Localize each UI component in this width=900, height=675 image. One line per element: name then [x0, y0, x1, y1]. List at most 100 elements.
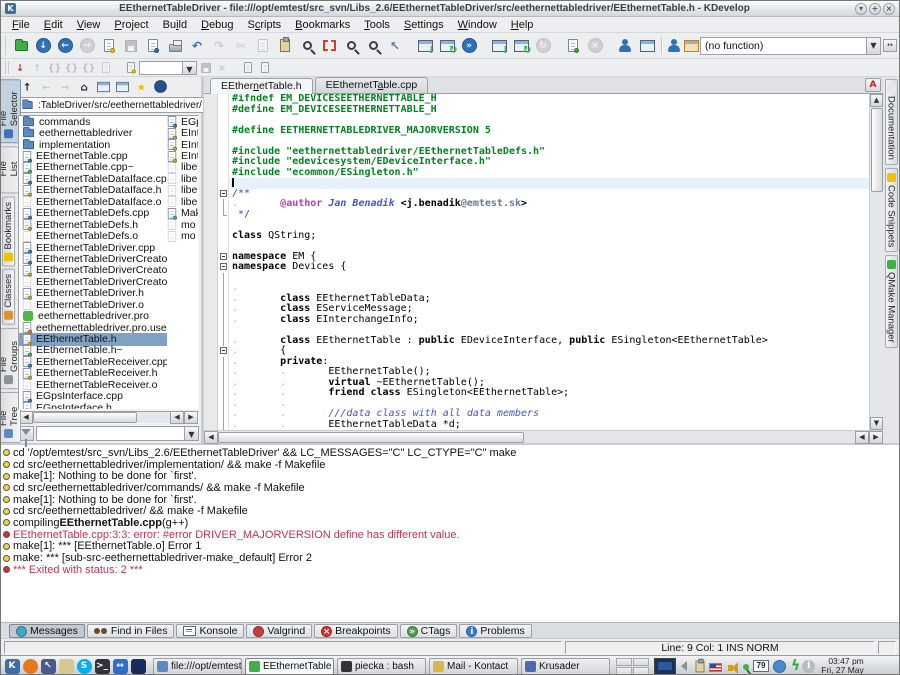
icon-border[interactable]: [204, 315, 218, 326]
class-browser-button[interactable]: [683, 35, 700, 57]
icon-border[interactable]: [204, 105, 218, 116]
forward-button[interactable]: →: [76, 35, 98, 57]
menu-file[interactable]: File: [5, 18, 37, 32]
fold-margin[interactable]: [218, 231, 229, 242]
menu-bookmarks[interactable]: Bookmarks: [288, 18, 357, 32]
filter-combo[interactable]: ▼: [36, 426, 199, 441]
fold-margin[interactable]: [218, 399, 229, 410]
battery-percent[interactable]: 79: [753, 660, 769, 672]
icon-border[interactable]: [204, 189, 218, 200]
icon-border[interactable]: [204, 126, 218, 137]
close-button[interactable]: ×: [883, 3, 895, 15]
file-item[interactable]: commands: [19, 116, 167, 128]
fold-margin[interactable]: [218, 336, 229, 347]
tool-tab-konsole[interactable]: Konsole: [176, 624, 244, 638]
power-charging-icon[interactable]: ϟ: [791, 659, 800, 673]
messenger-icon[interactable]: [773, 660, 786, 673]
fold-margin[interactable]: [218, 325, 229, 336]
save-snippet-button[interactable]: [197, 60, 214, 75]
back-button[interactable]: ←: [54, 35, 76, 57]
task-button-piecka-bash[interactable]: piecka : bash: [337, 658, 426, 675]
open-project-button[interactable]: [10, 35, 32, 57]
firefox-launcher[interactable]: [21, 657, 39, 675]
edit-document-button[interactable]: [142, 35, 164, 57]
active-desktop-preview[interactable]: [654, 658, 676, 675]
toolbar-handle-2[interactable]: [5, 61, 10, 75]
code-block-3-button[interactable]: {}: [80, 60, 97, 75]
indent-button[interactable]: ↓: [12, 60, 29, 75]
icon-border[interactable]: [204, 241, 218, 252]
messages-output[interactable]: cd '/opt/emtest/src_svn/Libs_2.6/EEthern…: [1, 443, 899, 622]
fold-box-icon[interactable]: [220, 347, 227, 354]
file-list[interactable]: commandsEGpeethernettabledriverEIntimple…: [18, 115, 199, 410]
class-wizard-button[interactable]: [636, 35, 658, 57]
raise-editor-button[interactable]: ↓: [32, 35, 54, 57]
fold-margin[interactable]: [218, 147, 229, 158]
fold-margin[interactable]: [218, 388, 229, 399]
teamviewer-launcher[interactable]: ↔: [111, 657, 129, 675]
fold-box-icon[interactable]: [220, 190, 227, 197]
menu-view[interactable]: View: [70, 18, 108, 32]
fold-margin[interactable]: [218, 378, 229, 389]
task-button-file-opt-emtest[interactable]: file:///opt/emtest: [153, 658, 242, 675]
fold-margin[interactable]: [218, 346, 229, 357]
icon-border[interactable]: [204, 409, 218, 420]
undo-button[interactable]: ↶: [186, 35, 208, 57]
redo-button[interactable]: ↷: [208, 35, 230, 57]
icon-border[interactable]: [204, 220, 218, 231]
scroll-left-icon[interactable]: ◀: [19, 411, 33, 424]
copy-button[interactable]: [252, 35, 274, 57]
panel-hide-arrow[interactable]: [681, 661, 687, 671]
selector-launcher[interactable]: ↖: [39, 657, 57, 675]
toolbar-handle[interactable]: [5, 36, 8, 54]
icon-border[interactable]: [204, 325, 218, 336]
app-dark-launcher[interactable]: [129, 657, 147, 675]
fold-margin[interactable]: [218, 168, 229, 179]
editor-corner-button[interactable]: A: [865, 78, 881, 92]
kontact-mail-launcher[interactable]: [57, 657, 75, 675]
zoom-out-button[interactable]: [362, 35, 384, 57]
fold-margin[interactable]: [218, 105, 229, 116]
snippet-combo[interactable]: ▼: [139, 61, 197, 75]
escroll-left-icon-2[interactable]: ◀: [855, 431, 869, 444]
menu-scripts[interactable]: Scripts: [241, 18, 289, 32]
minimize-button[interactable]: ▾: [855, 3, 867, 15]
detailed-view-button[interactable]: [113, 78, 131, 95]
print-button[interactable]: [164, 35, 186, 57]
snippet-combo-dropdown-icon[interactable]: ▼: [182, 62, 196, 74]
tool-tab-breakpoints[interactable]: ×Breakpoints: [314, 624, 397, 638]
filter-dropdown-icon[interactable]: ▼: [184, 427, 198, 440]
save-button[interactable]: [120, 35, 142, 57]
back-button[interactable]: ←: [37, 78, 55, 95]
dock-tab-documentation[interactable]: Documentation: [885, 79, 898, 165]
scroll-thumb[interactable]: [33, 412, 137, 423]
zoom-in-button[interactable]: [340, 35, 362, 57]
dock-tab-bookmarks[interactable]: Bookmarks: [2, 197, 15, 267]
fold-box-icon[interactable]: [220, 253, 227, 260]
task-button-mail-kontact[interactable]: Mail - Kontact: [429, 658, 518, 675]
scroll-right-icon[interactable]: ▶: [184, 411, 198, 424]
fold-margin[interactable]: [218, 252, 229, 263]
scroll-left-icon-2[interactable]: ◀: [170, 411, 184, 424]
execute-program-button[interactable]: »: [458, 35, 480, 57]
dock-tab-qmake-manager[interactable]: QMake Manager: [885, 255, 898, 348]
editor-hscrollbar[interactable]: ◀ ◀ ▶: [204, 430, 883, 443]
unindent-button[interactable]: ↑: [29, 60, 46, 75]
icon-border[interactable]: [204, 378, 218, 389]
menu-window[interactable]: Window: [451, 18, 504, 32]
icon-border[interactable]: [204, 199, 218, 210]
menu-debug[interactable]: Debug: [194, 18, 240, 32]
fold-margin[interactable]: [218, 273, 229, 284]
editor-tab-eethernettable.h[interactable]: EEthernetTable.h: [210, 78, 313, 94]
fold-margin[interactable]: [218, 189, 229, 200]
icon-border[interactable]: [204, 168, 218, 179]
volume-icon[interactable]: [728, 665, 733, 671]
menu-help[interactable]: Help: [504, 18, 541, 32]
fold-margin[interactable]: [218, 210, 229, 221]
info-tray-icon[interactable]: i: [802, 660, 815, 673]
select-block-button[interactable]: [318, 35, 340, 57]
icon-border[interactable]: [204, 283, 218, 294]
tool-tab-find-in-files[interactable]: Find in Files: [87, 624, 175, 638]
menu-build[interactable]: Build: [156, 18, 194, 32]
fold-margin[interactable]: [218, 220, 229, 231]
